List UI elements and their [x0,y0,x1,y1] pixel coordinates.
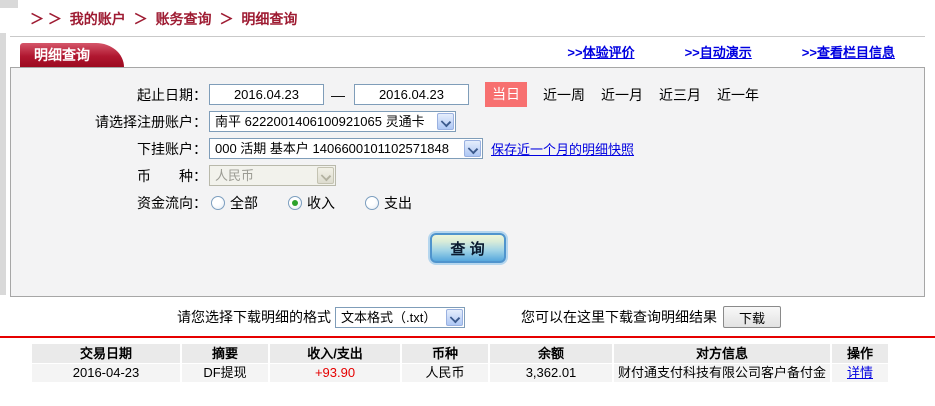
breadcrumb-divider [10,36,925,37]
header-balance: 余额 [490,344,612,363]
chevron-down-icon[interactable] [437,113,454,130]
download-button[interactable]: 下载 [723,306,781,328]
cell-transaction-date: 2016-04-23 [32,364,180,382]
fund-flow-row: 资金流向： 全部 收入 支出 [11,189,924,216]
sub-account-select[interactable]: 000 活期 基本户 1406600101102571848 [209,138,483,159]
breadcrumb-separator: ＞ [219,11,233,27]
link-label: 查看栏目信息 [817,45,895,60]
table-top-divider [0,336,935,338]
breadcrumb-item-account-query[interactable]: 账务查询 [156,11,212,27]
top-links: >>体验评价 >>自动演示 >>查看栏目信息 [567,42,925,67]
save-month-snapshot-link[interactable]: 保存近一个月的明细快照 [491,139,634,158]
header-counterparty: 对方信息 [614,344,830,363]
breadcrumb-arrows: ＞ ＞ [30,11,62,27]
chevron-down-icon [317,167,334,184]
table-row: 2016-04-23 DF提现 +93.90 人民币 3,362.01 财付通支… [32,364,888,382]
download-format-value: 文本格式（.txt） [336,308,445,327]
sub-account-value: 000 活期 基本户 1406600101102571848 [210,139,463,158]
query-form-panel: 起止日期： 2016.04.23 — 2016.04.23 当日 近一周 近一月… [10,67,925,297]
view-column-info-link[interactable]: >>查看栏目信息 [802,42,895,61]
breadcrumb-item-detail-query: 明细查询 [241,11,297,27]
cell-balance: 3,362.01 [490,364,612,382]
flow-all-radio[interactable]: 全部 [207,193,258,213]
header-summary: 摘要 [182,344,268,363]
sub-account-label: 下挂账户： [11,139,207,159]
link-prefix: >> [685,45,700,60]
header-income-expense: 收入/支出 [270,344,400,363]
chevron-down-icon[interactable] [446,309,463,326]
frame-corner-decoration [0,0,18,8]
flow-expense-radio[interactable]: 支出 [361,193,412,213]
auto-demo-link[interactable]: >>自动演示 [685,42,752,61]
tab-detail-query: 明细查询 [20,43,96,67]
query-button[interactable]: 查 询 [430,233,506,263]
sub-account-row: 下挂账户： 000 活期 基本户 1406600101102571848 保存近… [11,135,924,162]
link-label: 体验评价 [583,45,635,60]
flow-income-radio[interactable]: 收入 [284,193,335,213]
registered-account-row: 请选择注册账户： 南平 6222001406100921065 灵通卡 [11,108,924,135]
currency-value: 人民币 [210,166,316,185]
query-button-row: 查 询 [11,233,924,263]
date-range-dash: — [331,87,345,103]
date-range-row: 起止日期： 2016.04.23 — 2016.04.23 当日 近一周 近一月… [11,81,924,108]
radio-icon[interactable] [211,196,225,210]
date-range-label: 起止日期： [11,85,207,105]
flow-income-label: 收入 [307,193,335,213]
fund-flow-label: 资金流向： [11,193,207,213]
table-header-row: 交易日期 摘要 收入/支出 币种 余额 对方信息 操作 [32,344,888,363]
start-date-input[interactable]: 2016.04.23 [209,84,324,105]
link-prefix: >> [567,45,582,60]
radio-icon[interactable] [365,196,379,210]
chevron-down-icon[interactable] [464,140,481,157]
cell-counterparty: 财付通支付科技有限公司客户备付金 [614,364,830,382]
end-date-input[interactable]: 2016.04.23 [354,84,469,105]
transaction-table: 交易日期 摘要 收入/支出 币种 余额 对方信息 操作 2016-04-23 D… [32,344,888,382]
cell-summary: DF提现 [182,364,268,382]
breadcrumb-item-my-account[interactable]: 我的账户 [70,11,126,27]
breadcrumb: ＞ ＞ 我的账户 ＞ 账务查询 ＞ 明细查询 [0,0,935,29]
currency-label: 币 种： [11,166,207,186]
cell-currency: 人民币 [402,364,488,382]
frame-left-edge-decoration [0,33,6,295]
radio-checked-icon[interactable] [288,196,302,210]
link-label: 自动演示 [700,45,752,60]
experience-rating-link[interactable]: >>体验评价 [567,42,634,61]
detail-link-cell: 详情 [832,364,888,382]
last-year-button[interactable]: 近一年 [717,85,759,105]
header-currency: 币种 [402,344,488,363]
currency-select-disabled: 人民币 [209,165,336,186]
flow-expense-label: 支出 [384,193,412,213]
registered-account-value: 南平 6222001406100921065 灵通卡 [210,112,436,131]
download-format-select[interactable]: 文本格式（.txt） [335,307,465,328]
registered-account-label: 请选择注册账户： [11,112,207,132]
last-quarter-button[interactable]: 近三月 [659,85,701,105]
download-hint-text: 您可以在这里下载查询明细结果 [521,307,717,327]
last-week-button[interactable]: 近一周 [543,85,585,105]
currency-row: 币 种： 人民币 [11,162,924,189]
page-title: 明细查询 [34,47,90,63]
header-transaction-date: 交易日期 [32,344,180,363]
registered-account-select[interactable]: 南平 6222001406100921065 灵通卡 [209,111,456,132]
header-action: 操作 [832,344,888,363]
today-button[interactable]: 当日 [485,82,527,107]
detail-link[interactable]: 详情 [847,365,873,380]
download-format-label: 请您选择下载明细的格式 [177,307,331,327]
download-row: 请您选择下载明细的格式 文本格式（.txt） 您可以在这里下载查询明细结果 下载 [177,305,935,329]
last-month-button[interactable]: 近一月 [601,85,643,105]
flow-all-label: 全部 [230,193,258,213]
link-prefix: >> [802,45,817,60]
breadcrumb-separator: ＞ [134,11,148,27]
cell-amount: +93.90 [270,364,400,382]
section-header-row: 明细查询 >>体验评价 >>自动演示 >>查看栏目信息 [10,43,925,67]
